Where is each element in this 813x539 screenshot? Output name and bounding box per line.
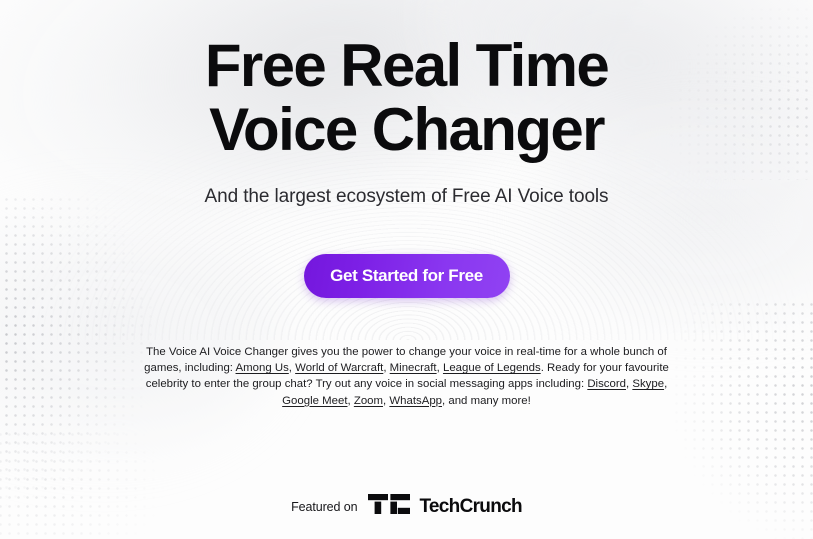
landing-page: Free Real Time Voice Changer And the lar… xyxy=(0,0,813,539)
techcrunch-wordmark: TechCrunch xyxy=(419,495,522,517)
description-text-3: , and many more! xyxy=(442,394,531,407)
link-league-of-legends[interactable]: League of Legends xyxy=(443,362,541,374)
link-discord[interactable]: Discord xyxy=(587,378,626,390)
techcrunch-logo: TechCrunch xyxy=(368,494,523,519)
link-minecraft[interactable]: Minecraft xyxy=(390,362,437,374)
link-whatsapp[interactable]: WhatsApp xyxy=(389,395,442,407)
link-skype[interactable]: Skype xyxy=(632,378,664,390)
link-google-meet[interactable]: Google Meet xyxy=(282,395,347,407)
page-title-line-2: Voice Changer xyxy=(209,96,605,163)
get-started-button[interactable]: Get Started for Free xyxy=(303,254,510,298)
featured-on-banner: Featured on TechCrunch xyxy=(0,494,813,519)
description-sep-5: , xyxy=(664,378,668,391)
page-title-line-1: Free Real Time xyxy=(204,32,610,99)
cta-container: Get Started for Free xyxy=(0,254,813,298)
page-title: Free Real Time Voice Changer xyxy=(127,0,687,162)
link-among-us[interactable]: Among Us xyxy=(236,362,289,374)
link-world-of-warcraft[interactable]: World of Warcraft xyxy=(295,362,383,374)
featured-on-label: Featured on xyxy=(291,499,358,514)
page-subtitle: And the largest ecosystem of Free AI Voi… xyxy=(204,186,609,207)
techcrunch-tc-mark-icon xyxy=(368,494,411,519)
hero-description: The Voice AI Voice Changer gives you the… xyxy=(127,344,687,409)
link-zoom[interactable]: Zoom xyxy=(354,395,383,407)
